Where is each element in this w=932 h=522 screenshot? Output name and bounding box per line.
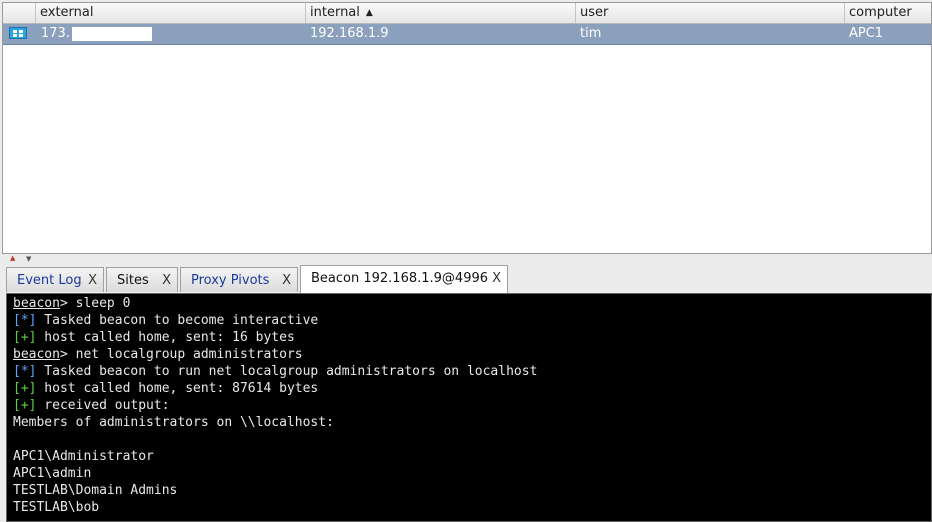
tab-bar: Event Log X Sites X Proxy Pivots X Beaco… — [0, 264, 932, 293]
console-ok-tag: [+] — [13, 398, 37, 413]
console-line: [*] Tasked beacon to become interactive — [13, 312, 925, 329]
console-info-tag: [*] — [13, 313, 37, 328]
close-icon[interactable]: X — [162, 268, 171, 293]
console-line-text: Tasked beacon to become interactive — [36, 313, 319, 328]
console-line-text: Members of administrators on \\localhost… — [13, 415, 334, 430]
console-line: TESTLAB\bob — [13, 499, 925, 516]
tab-proxy-pivots[interactable]: Proxy Pivots X — [180, 267, 298, 292]
column-header-label: computer — [849, 5, 912, 20]
console-line: APC1\Administrator — [13, 448, 925, 465]
cell-external-text: 173. — [41, 26, 70, 41]
column-header-label: user — [580, 5, 609, 20]
cell-internal: 192.168.1.9 — [310, 26, 389, 41]
redacted-block — [71, 26, 152, 41]
tab-label: Event Log — [17, 273, 82, 288]
column-header-computer[interactable]: computer — [844, 3, 931, 23]
console-line: Members of administrators on \\localhost… — [13, 414, 925, 431]
console-ok-tag: [+] — [13, 330, 37, 345]
console-line: beacon> net localgroup administrators — [13, 346, 925, 363]
column-header-label: external — [40, 5, 94, 20]
console-line-text: received output: — [36, 398, 170, 413]
console-line: APC1\admin — [13, 465, 925, 482]
console-line-text: > sleep 0 — [59, 296, 131, 311]
console-prompt: beacon — [13, 296, 60, 311]
beacon-console[interactable]: beacon> sleep 0 [*] Tasked beacon to beco… — [6, 293, 932, 522]
collapse-down-icon[interactable]: ▼ — [26, 255, 31, 263]
console-line: [*] Tasked beacon to run net localgroup … — [13, 363, 925, 380]
console-line-text: host called home, sent: 87614 bytes — [36, 381, 319, 396]
console-ok-tag: [+] — [13, 381, 37, 396]
console-line-text: APC1\Administrator — [13, 449, 154, 464]
windows-icon — [9, 27, 27, 39]
cell-external: 173. — [37, 24, 305, 44]
console-line: [+] host called home, sent: 87614 bytes — [13, 380, 925, 397]
table-header: external internal ▲ user computer — [3, 3, 931, 24]
console-line-text: TESTLAB\Domain Admins — [13, 483, 178, 498]
console-prompt: beacon — [13, 347, 60, 362]
console-line-text: TESTLAB\bob — [13, 500, 100, 515]
column-header-label: internal — [310, 5, 360, 20]
sort-ascending-icon: ▲ — [365, 8, 373, 18]
console-line: [+] received output: — [13, 397, 925, 414]
tab-beacon[interactable]: Beacon 192.168.1.9@4996 X — [300, 265, 508, 293]
tab-label: Sites — [117, 273, 149, 288]
column-header-user[interactable]: user — [575, 3, 844, 23]
close-icon[interactable]: X — [282, 268, 291, 293]
console-line-text: > net localgroup administrators — [59, 347, 303, 362]
tab-sites[interactable]: Sites X — [106, 267, 178, 292]
console-line-text: Tasked beacon to run net localgroup admi… — [36, 364, 538, 379]
console-info-tag: [*] — [13, 364, 37, 379]
column-header-external[interactable]: external — [35, 3, 305, 23]
tab-label: Beacon 192.168.1.9@4996 — [311, 271, 489, 286]
beacon-table: external internal ▲ user computer 173. 19… — [2, 2, 932, 254]
console-line: [+] host called home, sent: 16 bytes — [13, 329, 925, 346]
tab-event-log[interactable]: Event Log X — [6, 267, 104, 292]
console-line-text: APC1\admin — [13, 466, 92, 481]
console-line: beacon> sleep 0 — [13, 295, 925, 312]
column-header-internal[interactable]: internal ▲ — [305, 3, 575, 23]
console-line: TESTLAB\Domain Admins — [13, 482, 925, 499]
close-icon[interactable]: X — [492, 266, 501, 291]
tab-label: Proxy Pivots — [191, 273, 270, 288]
close-icon[interactable]: X — [88, 268, 97, 293]
cell-computer: APC1 — [849, 26, 884, 41]
console-line-text: host called home, sent: 16 bytes — [36, 330, 295, 345]
collapse-up-icon[interactable]: ▲ — [10, 254, 15, 262]
panel-splitter[interactable]: ▲ ▼ — [0, 254, 932, 264]
cell-user: tim — [580, 26, 602, 41]
table-row[interactable]: 173. 192.168.1.9 tim APC1 — [3, 24, 931, 45]
